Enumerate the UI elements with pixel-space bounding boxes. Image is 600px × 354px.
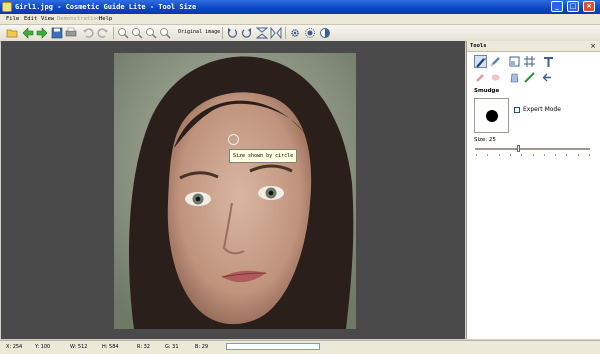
slider-tick [543,154,545,156]
menu-help[interactable]: Help [99,15,112,23]
menu-bar: File Edit View Demonstration Help [0,14,600,25]
maximize-button[interactable]: □ [567,1,579,12]
progress-bar [226,343,320,350]
grid-icon[interactable] [523,55,536,68]
foundation-icon[interactable] [508,71,521,84]
slider-tick [521,154,523,156]
status-b: B: 29 [195,344,209,350]
tools-panel: Tools × Smudge Expert Mode Size: 25 [466,41,600,339]
slider-tick [555,154,557,156]
blush-icon[interactable] [489,71,502,84]
flip-vertical-icon[interactable] [256,27,268,39]
brush-preview [474,98,509,133]
gear-icon[interactable] [289,27,301,39]
size-slider-thumb[interactable] [517,145,520,152]
brush-tool-icon[interactable] [474,55,487,68]
slider-tick [498,154,500,156]
close-icon[interactable]: × [590,41,596,51]
status-bar: X: 254 Y: 100 W: 512 H: 584 R: 32 G: 31 … [0,340,600,354]
lipstick-icon[interactable] [474,71,487,84]
slider-tick [509,154,511,156]
window-title: Girl1.jpg - Cosmetic Guide Lite - Tool S… [15,3,197,11]
menu-demonstration[interactable]: Demonstration [57,15,100,23]
zoom-actual-icon[interactable] [159,27,171,39]
brush-size-cursor [228,134,239,145]
smudge-section-title: Smudge [474,88,500,94]
rotate-right-icon[interactable] [241,27,253,39]
forward-icon[interactable] [36,27,48,39]
expert-mode-label: Expert Mode [523,106,561,113]
size-label: Size: 25 [474,137,496,143]
menu-edit[interactable]: Edit [24,15,37,23]
eraser-brush-icon[interactable] [489,55,502,68]
zoom-in-icon[interactable] [117,27,129,39]
original-image-button[interactable]: Original image [178,29,220,35]
zoom-out-icon[interactable] [131,27,143,39]
open-icon[interactable] [6,27,18,39]
status-y: Y: 100 [35,344,51,350]
tools-panel-title: Tools [470,43,487,49]
status-r: R: 32 [137,344,150,350]
status-x: X: 254 [6,344,23,350]
undo-stroke-icon[interactable] [541,71,554,84]
save-icon[interactable] [51,27,63,39]
brightness-icon[interactable] [304,27,316,39]
close-button[interactable]: × [583,1,595,12]
redo-icon[interactable] [97,27,109,39]
toolbar-separator [113,27,114,39]
eyeliner-icon[interactable] [523,71,536,84]
tooltip: Size shown by circle [229,149,298,163]
back-icon[interactable] [22,27,34,39]
slider-tick [476,154,477,156]
image-canvas[interactable]: Size shown by circle [1,41,465,339]
rotate-left-icon[interactable] [226,27,238,39]
minimize-button[interactable]: _ [551,1,563,12]
print-icon[interactable] [65,27,77,39]
tools-panel-header: Tools × [467,41,600,52]
crop-icon[interactable] [508,55,521,68]
contrast-icon[interactable] [319,27,331,39]
brush-dot [486,110,498,122]
status-g: G: 31 [165,344,179,350]
slider-tick [487,154,489,156]
slider-tick [589,154,590,156]
app-icon[interactable] [2,2,12,12]
toolbar: Original image [0,25,600,42]
toolbar-separator [222,27,223,39]
menu-view[interactable]: View [41,15,54,23]
status-w: W: 512 [70,344,88,350]
status-h: H: 584 [102,344,119,350]
portrait-photo [114,53,356,329]
title-bar: Girl1.jpg - Cosmetic Guide Lite - Tool S… [0,0,600,14]
toolbar-separator [285,27,286,39]
menu-file[interactable]: File [6,15,19,23]
slider-tick [577,154,579,156]
expert-mode-checkbox[interactable] [514,107,520,113]
slider-tick [566,154,568,156]
text-tool-icon[interactable] [542,55,555,68]
size-slider[interactable] [475,148,590,150]
flip-horizontal-icon[interactable] [270,27,282,39]
undo-icon[interactable] [82,27,94,39]
zoom-fit-icon[interactable] [145,27,157,39]
slider-tick [532,154,534,156]
